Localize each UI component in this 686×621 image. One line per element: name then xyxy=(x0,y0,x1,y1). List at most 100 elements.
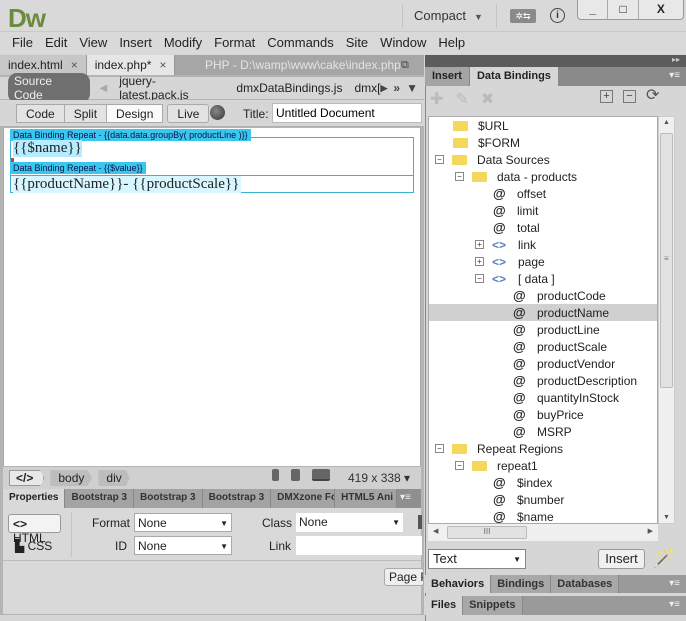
insert-as-select[interactable]: Text ▼ xyxy=(428,549,526,569)
tab-dmxzone[interactable]: DMXzone Fo xyxy=(271,489,336,508)
tree-item[interactable]: @ $index xyxy=(429,474,657,491)
menu-edit[interactable]: Edit xyxy=(39,32,73,54)
filter-icon[interactable]: ▼ xyxy=(406,81,418,95)
collapse-node-icon[interactable]: − xyxy=(435,155,444,164)
menu-view[interactable]: View xyxy=(73,32,113,54)
tree-item[interactable]: + <> page xyxy=(429,253,657,270)
collapse-node-icon[interactable]: − xyxy=(455,172,464,181)
id-select[interactable]: None ▼ xyxy=(134,536,232,555)
tree-item[interactable]: − <> [ data ] xyxy=(429,270,657,287)
magic-wand-icon[interactable]: 🪄 xyxy=(653,548,675,569)
tab-snippets[interactable]: Snippets xyxy=(463,596,523,615)
tree-item[interactable]: $URL xyxy=(429,117,657,134)
tree-item[interactable]: @ MSRP xyxy=(429,423,657,440)
tree-item[interactable]: @ total xyxy=(429,219,657,236)
class-select[interactable]: None ▼ xyxy=(296,513,403,532)
scroll-right-icon[interactable]: ▶ xyxy=(648,527,653,535)
chevron-right-icon[interactable]: ▶ xyxy=(381,81,388,95)
menu-format[interactable]: Format xyxy=(208,32,261,54)
tree-item[interactable]: @ $name xyxy=(429,508,657,523)
tree-item[interactable]: − Data Sources xyxy=(429,151,657,168)
tab-properties[interactable]: Properties xyxy=(3,489,66,508)
insert-button[interactable]: Insert xyxy=(598,549,645,569)
panel-menu-icon[interactable]: ▾≡ xyxy=(669,575,680,593)
split-view-button[interactable]: Split xyxy=(63,104,108,123)
phone-icon[interactable] xyxy=(272,469,279,481)
tab-bootstrap-3[interactable]: Bootstrap 3 xyxy=(202,489,272,508)
restore-icon[interactable]: ⧉ xyxy=(401,59,409,72)
collapse-all-icon[interactable]: − xyxy=(623,90,636,103)
related-file[interactable]: dmx[ xyxy=(354,81,380,95)
tree-item[interactable]: @ productLine xyxy=(429,321,657,338)
repeat-region-label[interactable]: Data Binding Repeat - {{$value}} xyxy=(10,162,146,174)
source-code-button[interactable]: Source Code xyxy=(8,73,90,103)
page-properties-button[interactable]: Page Properties xyxy=(384,568,424,586)
edit-icon[interactable]: ✎ xyxy=(455,89,468,109)
tab-index-html[interactable]: index.html × xyxy=(0,55,87,75)
tree-item[interactable]: @ limit xyxy=(429,202,657,219)
more-files-icon[interactable]: » xyxy=(393,81,400,95)
code-view-button[interactable]: Code xyxy=(16,104,65,123)
tab-bindings[interactable]: Bindings xyxy=(491,575,552,593)
link-input[interactable] xyxy=(296,536,422,555)
tree-item[interactable]: − Repeat Regions xyxy=(429,440,657,457)
related-file[interactable]: dmxDataBindings.js xyxy=(236,81,342,95)
tree-item[interactable]: @ buyPrice xyxy=(429,406,657,423)
panel-menu-icon[interactable]: ▾≡ xyxy=(669,67,680,86)
css-mode-button[interactable]: ▙ CSS xyxy=(15,539,52,553)
collapse-node-icon[interactable]: − xyxy=(435,444,444,453)
code-tag-button[interactable]: </> xyxy=(9,470,45,486)
tab-insert[interactable]: Insert xyxy=(425,67,470,86)
binding-expression[interactable]: {{productName}}- {{productScale}} xyxy=(13,176,242,193)
tab-html5-animation[interactable]: HTML5 Ani xyxy=(335,489,398,508)
close-icon[interactable]: × xyxy=(71,58,78,72)
expand-all-icon[interactable]: + xyxy=(600,90,613,103)
tab-behaviors[interactable]: Behaviors xyxy=(425,575,492,593)
collapse-node-icon[interactable]: − xyxy=(475,274,484,283)
close-button[interactable]: X xyxy=(639,0,683,19)
delete-icon[interactable]: ✖ xyxy=(481,89,494,109)
tree-item[interactable]: @ offset xyxy=(429,185,657,202)
menu-site[interactable]: Site xyxy=(340,32,374,54)
menu-modify[interactable]: Modify xyxy=(158,32,208,54)
title-input[interactable] xyxy=(272,103,422,123)
menu-window[interactable]: Window xyxy=(374,32,432,54)
live-view-button[interactable]: Live xyxy=(167,104,210,123)
tab-databases[interactable]: Databases xyxy=(551,575,620,593)
panel-menu-icon[interactable]: ▾≡ xyxy=(669,596,680,615)
related-file[interactable]: jquery-latest.pack.js xyxy=(119,74,224,102)
menu-help[interactable]: Help xyxy=(432,32,471,54)
close-icon[interactable]: × xyxy=(159,58,166,72)
tab-data-bindings[interactable]: Data Bindings xyxy=(469,67,559,86)
preview-in-browser-icon[interactable] xyxy=(210,105,225,120)
tag-div[interactable]: div xyxy=(98,470,130,486)
info-icon[interactable]: i xyxy=(550,8,565,23)
expand-node-icon[interactable]: + xyxy=(475,240,484,249)
tree-item[interactable]: $FORM xyxy=(429,134,657,151)
tablet-icon[interactable] xyxy=(291,469,300,481)
window-size[interactable]: 419 x 338 ▾ xyxy=(348,471,410,485)
scroll-down-icon[interactable]: ▼ xyxy=(663,514,670,521)
refresh-icon[interactable]: ⟳ xyxy=(646,88,659,104)
tab-index-php[interactable]: index.php* × xyxy=(86,55,176,75)
add-icon[interactable]: ✚ xyxy=(430,89,443,109)
tag-body[interactable]: body xyxy=(50,470,93,486)
desktop-icon[interactable] xyxy=(312,469,330,481)
tab-files[interactable]: Files xyxy=(425,596,464,615)
tree-item[interactable]: @ productScale xyxy=(429,338,657,355)
tree-item[interactable]: @ productCode xyxy=(429,287,657,304)
sync-settings-icon[interactable]: ✲⇆ xyxy=(510,9,536,23)
scroll-up-icon[interactable]: ▲ xyxy=(663,119,670,126)
tree-item[interactable]: @ productVendor xyxy=(429,355,657,372)
tree-item[interactable]: − data - products xyxy=(429,168,657,185)
menu-commands[interactable]: Commands xyxy=(261,32,339,54)
html-mode-button[interactable]: <> HTML xyxy=(8,514,61,545)
design-view-button[interactable]: Design xyxy=(106,104,164,123)
expand-node-icon[interactable]: + xyxy=(475,257,484,266)
tree-item[interactable]: − repeat1 xyxy=(429,457,657,474)
menu-insert[interactable]: Insert xyxy=(113,32,158,54)
tree-item[interactable]: @ productDescription xyxy=(429,372,657,389)
chevron-left-icon[interactable]: ◀ xyxy=(100,83,108,94)
tree-item[interactable]: + <> link xyxy=(429,236,657,253)
format-select[interactable]: None ▼ xyxy=(134,513,232,532)
